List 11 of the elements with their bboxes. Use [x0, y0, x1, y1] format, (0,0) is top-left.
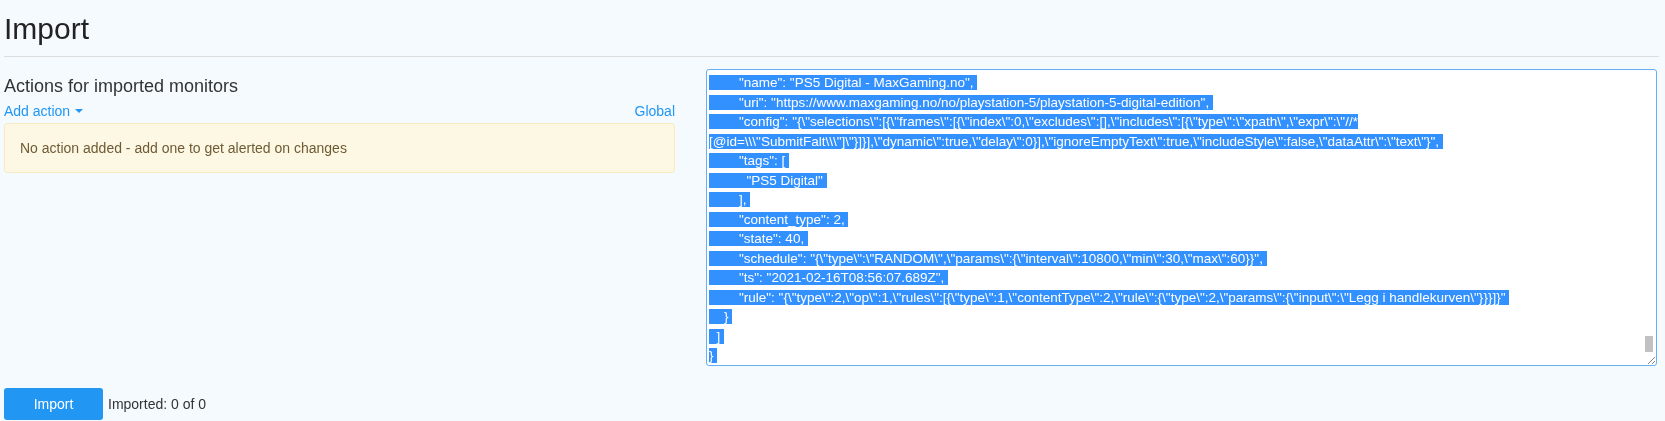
- json-input-field[interactable]: "name": "PS5 Digital - MaxGaming.no", "uri": "https://www.maxgaming.no/no/playstation-5/playstation-5-digital-edition", "config": "{\"selections\":[{\"frames\":[{\"index\":0,\"excludes\":[],\"includes\":[{\"type\":\"xpath\",\"expr\":\"//*[@id=\\\"SubmitFalt\\\"]\"}]}],\"dynamic\":true,\"delay\":0}],\"ignoreEmptyText\":true,\"includeStyle\":false,\"dataAttr\":\"text\"}", "tags": [ "PS5 Digital" ], "content_type": 2, "state": 40, "schedule": "{\"type\":\"RANDOM\",\"params\":{\"interval\":10800,\"min\":30,\"max\":60}}", "ts": "2021-02-16T08:56:07.689Z", "rule": "{\"type\":2,\"op\":1,\"rules\":[{\"type\":1,\"contentType\":2,\"rule\":{\"type\":2,\"params\":{\"input\":\"Legg i handlekurven\"}}}]}" } ] }: [706, 69, 1657, 366]
- section-heading: Actions for imported monitors: [4, 75, 240, 97]
- import-status: Imported: 0 of 0: [108, 396, 207, 412]
- page-title: Import: [4, 11, 91, 47]
- caret-icon: [75, 109, 84, 113]
- import-button[interactable]: Import: [4, 388, 103, 420]
- resize-grip-icon[interactable]: [1647, 356, 1655, 364]
- add-action-dropdown[interactable]: Add action: [4, 102, 84, 120]
- empty-message: No action added - add one to get alerted on changes: [4, 123, 675, 173]
- global-link[interactable]: Global: [634, 102, 675, 120]
- scrollbar-thumb[interactable]: [1645, 336, 1653, 352]
